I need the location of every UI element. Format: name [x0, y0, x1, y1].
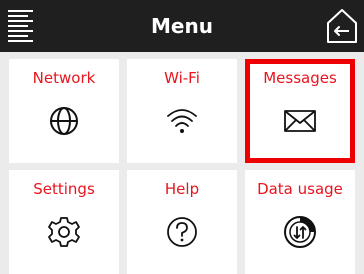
tile-label: Help	[164, 180, 200, 198]
page-title: Menu	[151, 14, 213, 38]
tile-label: Wi-Fi	[164, 69, 200, 87]
tile-label: Data usage	[257, 180, 343, 198]
gear-icon	[48, 217, 80, 247]
envelope-icon	[284, 110, 316, 132]
top-bar: Menu	[0, 0, 364, 52]
tile-network[interactable]: Network	[9, 59, 119, 163]
tile-help[interactable]: Help	[127, 170, 237, 274]
tile-messages[interactable]: Messages	[245, 59, 355, 163]
tile-label: Network	[32, 69, 96, 87]
data-usage-icon	[284, 216, 316, 248]
tile-settings[interactable]: Settings	[9, 170, 119, 274]
tile-wifi[interactable]: Wi-Fi	[127, 59, 237, 163]
tile-label: Settings	[33, 180, 95, 198]
tile-label: Messages	[263, 69, 337, 87]
wifi-icon	[167, 109, 197, 133]
globe-icon	[50, 107, 78, 135]
question-icon	[167, 217, 197, 247]
menu-grid: Network Wi-Fi Messages Settings Help Dat…	[0, 52, 364, 274]
tile-data-usage[interactable]: Data usage	[245, 170, 355, 274]
home-back-button[interactable]	[324, 7, 360, 45]
home-back-icon	[327, 9, 357, 43]
